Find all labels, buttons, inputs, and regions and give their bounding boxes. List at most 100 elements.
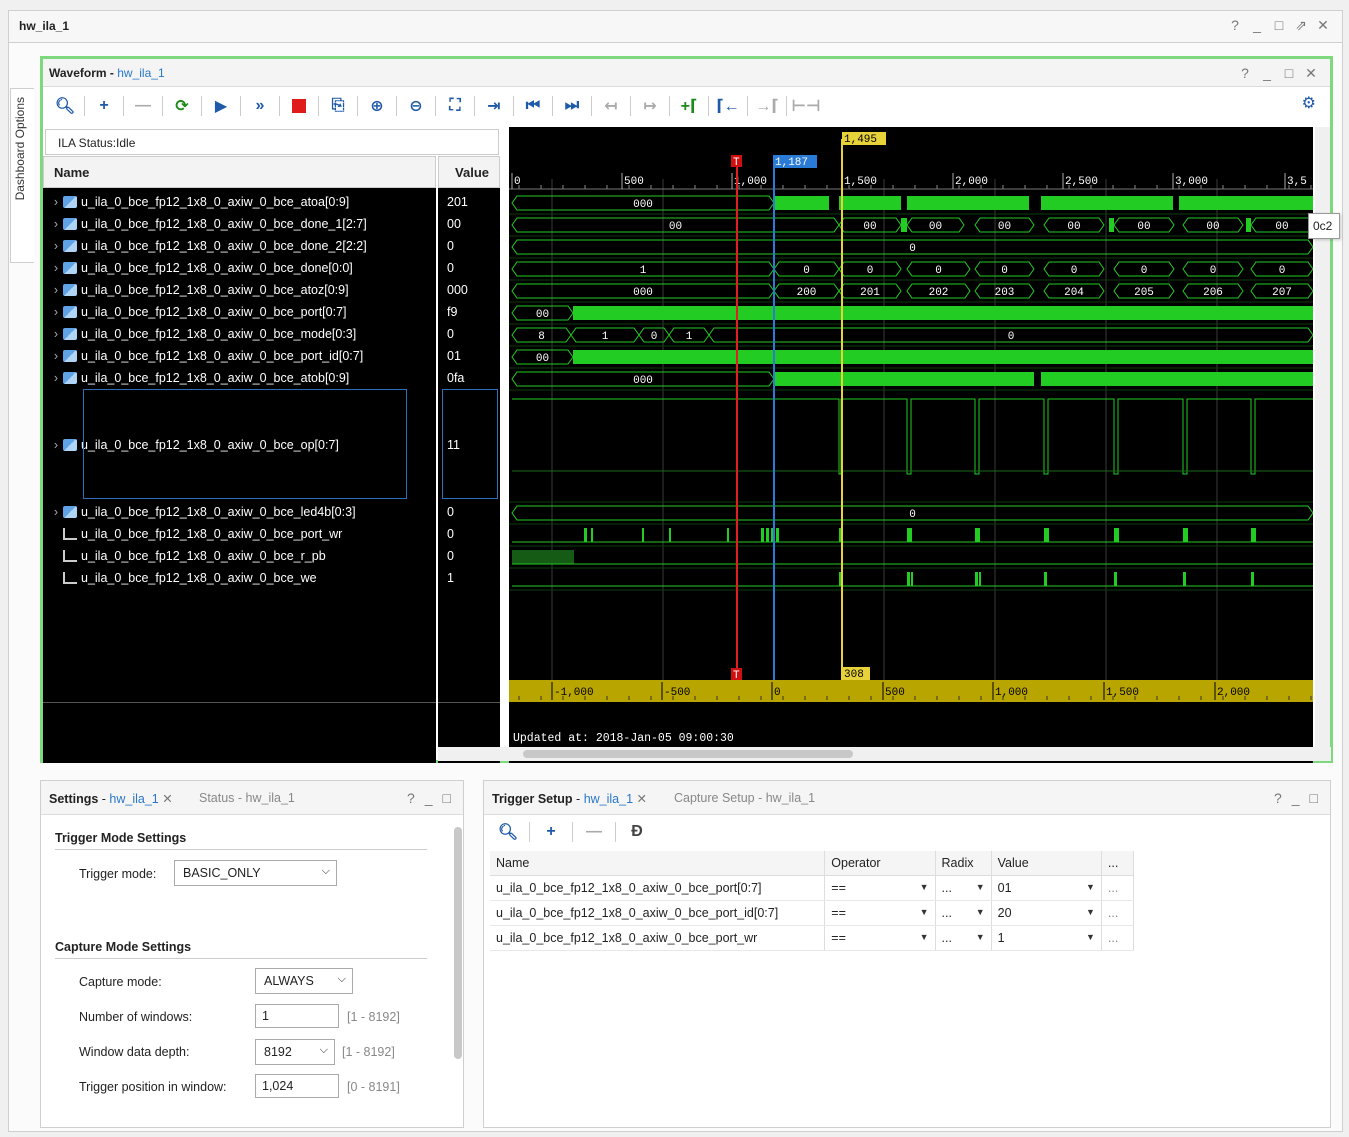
float-icon[interactable]: ⇗ bbox=[1294, 17, 1308, 34]
signal-row[interactable]: › u_ila_0_bce_fp12_1x8_0_axiw_0_bce_mode[… bbox=[43, 323, 436, 345]
signal-row[interactable]: › u_ila_0_bce_fp12_1x8_0_axiw_0_bce_led4b… bbox=[43, 501, 436, 523]
settings-vertical-scrollbar[interactable] bbox=[451, 817, 463, 1127]
window-depth-select[interactable]: 8192 ⌵ bbox=[255, 1039, 335, 1065]
go-to-end-icon[interactable]: ⏭ bbox=[558, 93, 586, 119]
export-icon[interactable]: ⎘ bbox=[324, 93, 352, 119]
run-auto-icon[interactable]: » bbox=[246, 93, 274, 119]
col-radix[interactable]: Radix bbox=[935, 851, 992, 876]
next-marker-icon[interactable]: →⌈ bbox=[753, 93, 781, 119]
tab-capture-setup[interactable]: Capture Setup - hw_ila_1 bbox=[674, 791, 815, 805]
close-tab-icon[interactable]: ✕ bbox=[162, 792, 172, 806]
run-trigger-icon[interactable]: ▶ bbox=[207, 93, 235, 119]
trigger-row[interactable]: u_ila_0_bce_fp12_1x8_0_axiw_0_bce_port_w… bbox=[490, 925, 1135, 951]
logic-gate-icon[interactable]: Ð bbox=[623, 819, 651, 845]
col-value[interactable]: Value bbox=[991, 851, 1102, 876]
scrollbar-thumb[interactable] bbox=[523, 750, 853, 758]
signal-row[interactable]: › u_ila_0_bce_fp12_1x8_0_axiw_0_bce_port[… bbox=[43, 301, 436, 323]
zoom-in-icon[interactable]: ⊕ bbox=[363, 93, 391, 119]
tab-trigger-setup-link[interactable]: hw_ila_1 bbox=[584, 792, 633, 806]
signal-row[interactable]: › u_ila_0_bce_fp12_1x8_0_axiw_0_bce_done_… bbox=[43, 213, 436, 235]
chevron-right-icon[interactable]: › bbox=[49, 257, 63, 279]
help-icon[interactable]: ? bbox=[407, 790, 415, 806]
trigger-operator-select[interactable]: == ▼ bbox=[824, 875, 936, 901]
chevron-right-icon[interactable]: › bbox=[49, 434, 63, 456]
trigger-operator-select[interactable]: == ▼ bbox=[824, 925, 936, 951]
chevron-right-icon[interactable]: › bbox=[49, 323, 63, 345]
trigger-more-button[interactable]: ... bbox=[1101, 900, 1135, 926]
chevron-right-icon[interactable]: › bbox=[49, 213, 63, 235]
trigger-value-select[interactable]: 20 ▼ bbox=[991, 900, 1102, 926]
minimize-icon[interactable]: _ bbox=[1260, 65, 1274, 82]
remove-icon[interactable]: — bbox=[129, 93, 157, 119]
trigger-value-select[interactable]: 1 ▼ bbox=[991, 925, 1102, 951]
previous-marker-icon[interactable]: ⌈← bbox=[714, 93, 742, 119]
scrollbar-thumb[interactable] bbox=[454, 827, 462, 1059]
maximize-icon[interactable]: □ bbox=[1272, 17, 1286, 34]
maximize-icon[interactable]: □ bbox=[1310, 790, 1318, 806]
chevron-right-icon[interactable]: › bbox=[49, 367, 63, 389]
help-icon[interactable]: ? bbox=[1228, 17, 1242, 34]
trigger-position-input[interactable]: 1,024 bbox=[255, 1074, 339, 1098]
chevron-right-icon[interactable]: › bbox=[49, 345, 63, 367]
signal-row[interactable]: u_ila_0_bce_fp12_1x8_0_axiw_0_bce_port_w… bbox=[43, 523, 436, 545]
minimize-icon[interactable]: _ bbox=[425, 790, 433, 806]
chevron-right-icon[interactable]: › bbox=[49, 235, 63, 257]
signal-row[interactable]: › u_ila_0_bce_fp12_1x8_0_axiw_0_bce_done[… bbox=[43, 257, 436, 279]
remove-icon[interactable]: — bbox=[580, 819, 608, 845]
signal-row[interactable]: u_ila_0_bce_fp12_1x8_0_axiw_0_bce_we bbox=[43, 567, 436, 589]
previous-transition-icon[interactable]: ↤ bbox=[597, 93, 625, 119]
minimize-icon[interactable]: _ bbox=[1250, 17, 1264, 34]
waveform-title-link[interactable]: hw_ila_1 bbox=[117, 66, 164, 80]
trigger-mode-select[interactable]: BASIC_ONLY ⌵ bbox=[174, 860, 337, 886]
close-icon[interactable]: ✕ bbox=[1304, 65, 1318, 82]
chevron-right-icon[interactable]: › bbox=[49, 279, 63, 301]
waveform-horizontal-scrollbar[interactable] bbox=[438, 747, 1331, 761]
go-to-start-icon[interactable]: ⏮ bbox=[519, 93, 547, 119]
swap-cursors-icon[interactable]: ⊢⊣ bbox=[791, 93, 820, 119]
signal-row[interactable]: › u_ila_0_bce_fp12_1x8_0_axiw_0_bce_atoz[… bbox=[43, 279, 436, 301]
maximize-icon[interactable]: □ bbox=[443, 790, 451, 806]
tab-status[interactable]: Status - hw_ila_1 bbox=[199, 791, 295, 805]
name-column-header[interactable]: Name bbox=[43, 156, 436, 188]
help-icon[interactable]: ? bbox=[1274, 790, 1282, 806]
trigger-value-select[interactable]: 01 ▼ bbox=[991, 875, 1102, 901]
col-name[interactable]: Name bbox=[490, 851, 826, 876]
tab-trigger-setup[interactable]: Trigger Setup - hw_ila_1 ✕ bbox=[492, 791, 647, 806]
close-tab-icon[interactable]: ✕ bbox=[637, 792, 647, 806]
zoom-out-icon[interactable]: ⊖ bbox=[402, 93, 430, 119]
signal-row[interactable]: › u_ila_0_bce_fp12_1x8_0_axiw_0_bce_port_… bbox=[43, 345, 436, 367]
add-icon[interactable]: + bbox=[537, 819, 565, 845]
zoom-fit-icon[interactable]: ⛶ bbox=[441, 93, 469, 119]
signal-row[interactable]: › u_ila_0_bce_fp12_1x8_0_axiw_0_bce_atoa[… bbox=[43, 191, 436, 213]
col-operator[interactable]: Operator bbox=[824, 851, 936, 876]
go-to-cursor-icon[interactable]: ⇥ bbox=[480, 93, 508, 119]
trigger-radix-select[interactable]: ... ▼ bbox=[935, 925, 992, 951]
trigger-row[interactable]: u_ila_0_bce_fp12_1x8_0_axiw_0_bce_port[0… bbox=[490, 875, 1135, 901]
dashboard-options-tab[interactable]: Dashboard Options bbox=[10, 88, 34, 263]
trigger-more-button[interactable]: ... bbox=[1101, 875, 1135, 901]
minimize-icon[interactable]: _ bbox=[1292, 790, 1300, 806]
trigger-more-button[interactable]: ... bbox=[1101, 925, 1135, 951]
maximize-icon[interactable]: □ bbox=[1282, 65, 1296, 82]
add-icon[interactable]: + bbox=[90, 93, 118, 119]
add-marker-icon[interactable]: +⌈ bbox=[675, 93, 703, 119]
search-icon[interactable]: 🔍︎ bbox=[51, 93, 79, 119]
help-icon[interactable]: ? bbox=[1238, 65, 1252, 82]
trigger-radix-select[interactable]: ... ▼ bbox=[935, 875, 992, 901]
capture-mode-select[interactable]: ALWAYS ⌵ bbox=[255, 968, 353, 994]
signal-row[interactable]: › u_ila_0_bce_fp12_1x8_0_axiw_0_bce_atob[… bbox=[43, 367, 436, 389]
trigger-radix-select[interactable]: ... ▼ bbox=[935, 900, 992, 926]
trigger-operator-select[interactable]: == ▼ bbox=[824, 900, 936, 926]
chevron-right-icon[interactable]: › bbox=[49, 191, 63, 213]
col-more[interactable]: ... bbox=[1101, 851, 1135, 876]
chevron-right-icon[interactable]: › bbox=[49, 301, 63, 323]
close-icon[interactable]: ✕ bbox=[1316, 17, 1330, 34]
signal-row[interactable]: › u_ila_0_bce_fp12_1x8_0_axiw_0_bce_done_… bbox=[43, 235, 436, 257]
num-windows-input[interactable]: 1 bbox=[255, 1004, 339, 1028]
search-icon[interactable]: 🔍︎ bbox=[494, 819, 522, 845]
waveform-canvas[interactable]: 0 500 1,000 1,500 2,000 2,500 3,000 3,5 000 00 00 0… bbox=[509, 127, 1313, 763]
trigger-row[interactable]: u_ila_0_bce_fp12_1x8_0_axiw_0_bce_port_i… bbox=[490, 900, 1135, 926]
signal-row[interactable]: u_ila_0_bce_fp12_1x8_0_axiw_0_bce_r_pb bbox=[43, 545, 436, 567]
gear-icon[interactable]: ⚙ bbox=[1302, 93, 1316, 113]
tab-settings-link[interactable]: hw_ila_1 bbox=[109, 792, 158, 806]
